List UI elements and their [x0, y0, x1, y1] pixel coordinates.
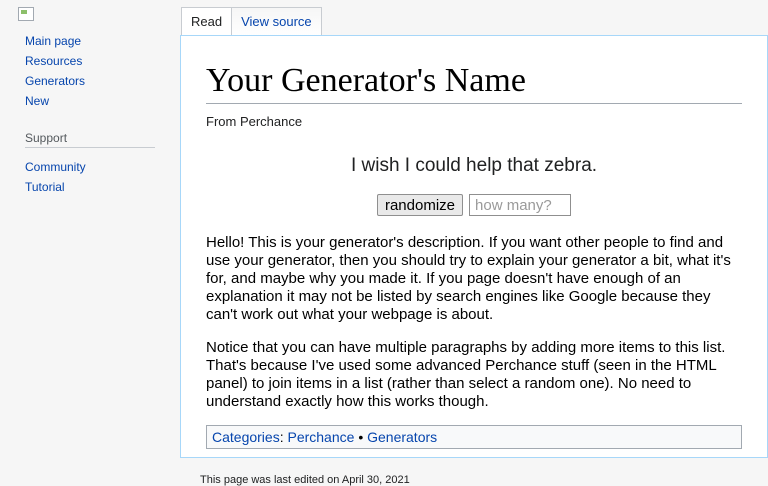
- category-generators[interactable]: Generators: [367, 429, 437, 445]
- generator-controls: randomize: [206, 194, 742, 216]
- page-title: Your Generator's Name: [206, 61, 742, 104]
- categories-link[interactable]: Categories: [212, 429, 280, 445]
- support-navigation: Community Tutorial: [25, 157, 86, 197]
- sidebar-item-community[interactable]: Community: [25, 157, 86, 177]
- description-paragraph: Hello! This is your generator's descript…: [206, 234, 731, 323]
- tab-read[interactable]: Read: [181, 7, 232, 37]
- sidebar-item-resources[interactable]: Resources: [25, 51, 85, 71]
- count-input[interactable]: [469, 194, 572, 216]
- sidebar-item-tutorial[interactable]: Tutorial: [25, 177, 86, 197]
- generator-description: Hello! This is your generator's descript…: [206, 234, 742, 411]
- sidebar-navigation: Main page Resources Generators New: [25, 31, 85, 111]
- site-subtitle: From Perchance: [206, 114, 303, 129]
- tab-view-source-label[interactable]: View source: [241, 14, 312, 29]
- site-logo[interactable]: [18, 7, 34, 21]
- tab-view-source[interactable]: View source: [231, 7, 322, 36]
- category-separator: •: [358, 429, 364, 445]
- image-placeholder-mark: [21, 10, 27, 14]
- footer-last-edited: This page was last edited on April 30, 2…: [200, 474, 410, 486]
- category-perchance[interactable]: Perchance: [287, 429, 354, 445]
- sidebar-item-main-page[interactable]: Main page: [25, 31, 85, 51]
- tab-read-label: Read: [191, 14, 223, 29]
- support-heading: Support: [25, 131, 155, 148]
- randomize-button[interactable]: randomize: [376, 194, 464, 216]
- content-area: Your Generator's Name From Perchance I w…: [180, 35, 768, 458]
- category-links: Categories: Perchance • Generators: [206, 425, 742, 449]
- sidebar-item-generators[interactable]: Generators: [25, 71, 85, 91]
- generator-output: I wish I could help that zebra.: [350, 155, 598, 176]
- sidebar-item-new[interactable]: New: [25, 91, 85, 111]
- description-paragraph: Notice that you can have multiple paragr…: [206, 339, 726, 410]
- page-tabs: Read View source: [181, 7, 322, 37]
